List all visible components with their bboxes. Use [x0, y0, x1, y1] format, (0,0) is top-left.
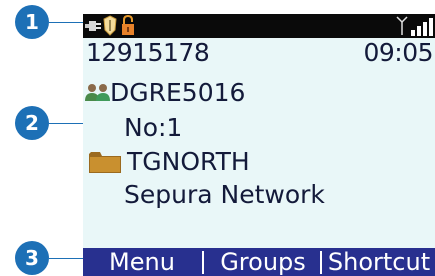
talkgroup-name: DGRE5016: [110, 78, 246, 107]
radio-screen: 12915178 09:05 DGRE5016 No:1 TGNORTH Sep…: [83, 14, 435, 276]
callout-1-line: [49, 22, 85, 23]
callout-3: 3: [15, 241, 49, 275]
groups-softkey[interactable]: Groups: [203, 248, 323, 276]
group-icon: [85, 83, 111, 105]
softkey-bar: Menu Groups Shortcut: [83, 248, 435, 276]
callout-1: 1: [15, 5, 49, 39]
lock-icon: [121, 14, 135, 40]
signal-bars-icon: [411, 18, 433, 40]
menu-softkey[interactable]: Menu: [83, 248, 201, 276]
status-bar: [83, 14, 435, 38]
antenna-icon: [396, 16, 408, 40]
clock-time: 09:05: [363, 38, 433, 67]
callout-2: 2: [15, 106, 49, 140]
talkgroup-number: No:1: [124, 113, 183, 142]
plug-icon: [85, 18, 103, 38]
folder-icon: [89, 151, 121, 177]
folder-name: TGNORTH: [127, 147, 250, 176]
network-name: Sepura Network: [124, 180, 325, 209]
shortcut-softkey[interactable]: Shortcut: [323, 248, 435, 276]
issi-number: 12915178: [86, 38, 210, 67]
softkey-divider: [320, 251, 322, 274]
shield-icon: [103, 15, 117, 40]
